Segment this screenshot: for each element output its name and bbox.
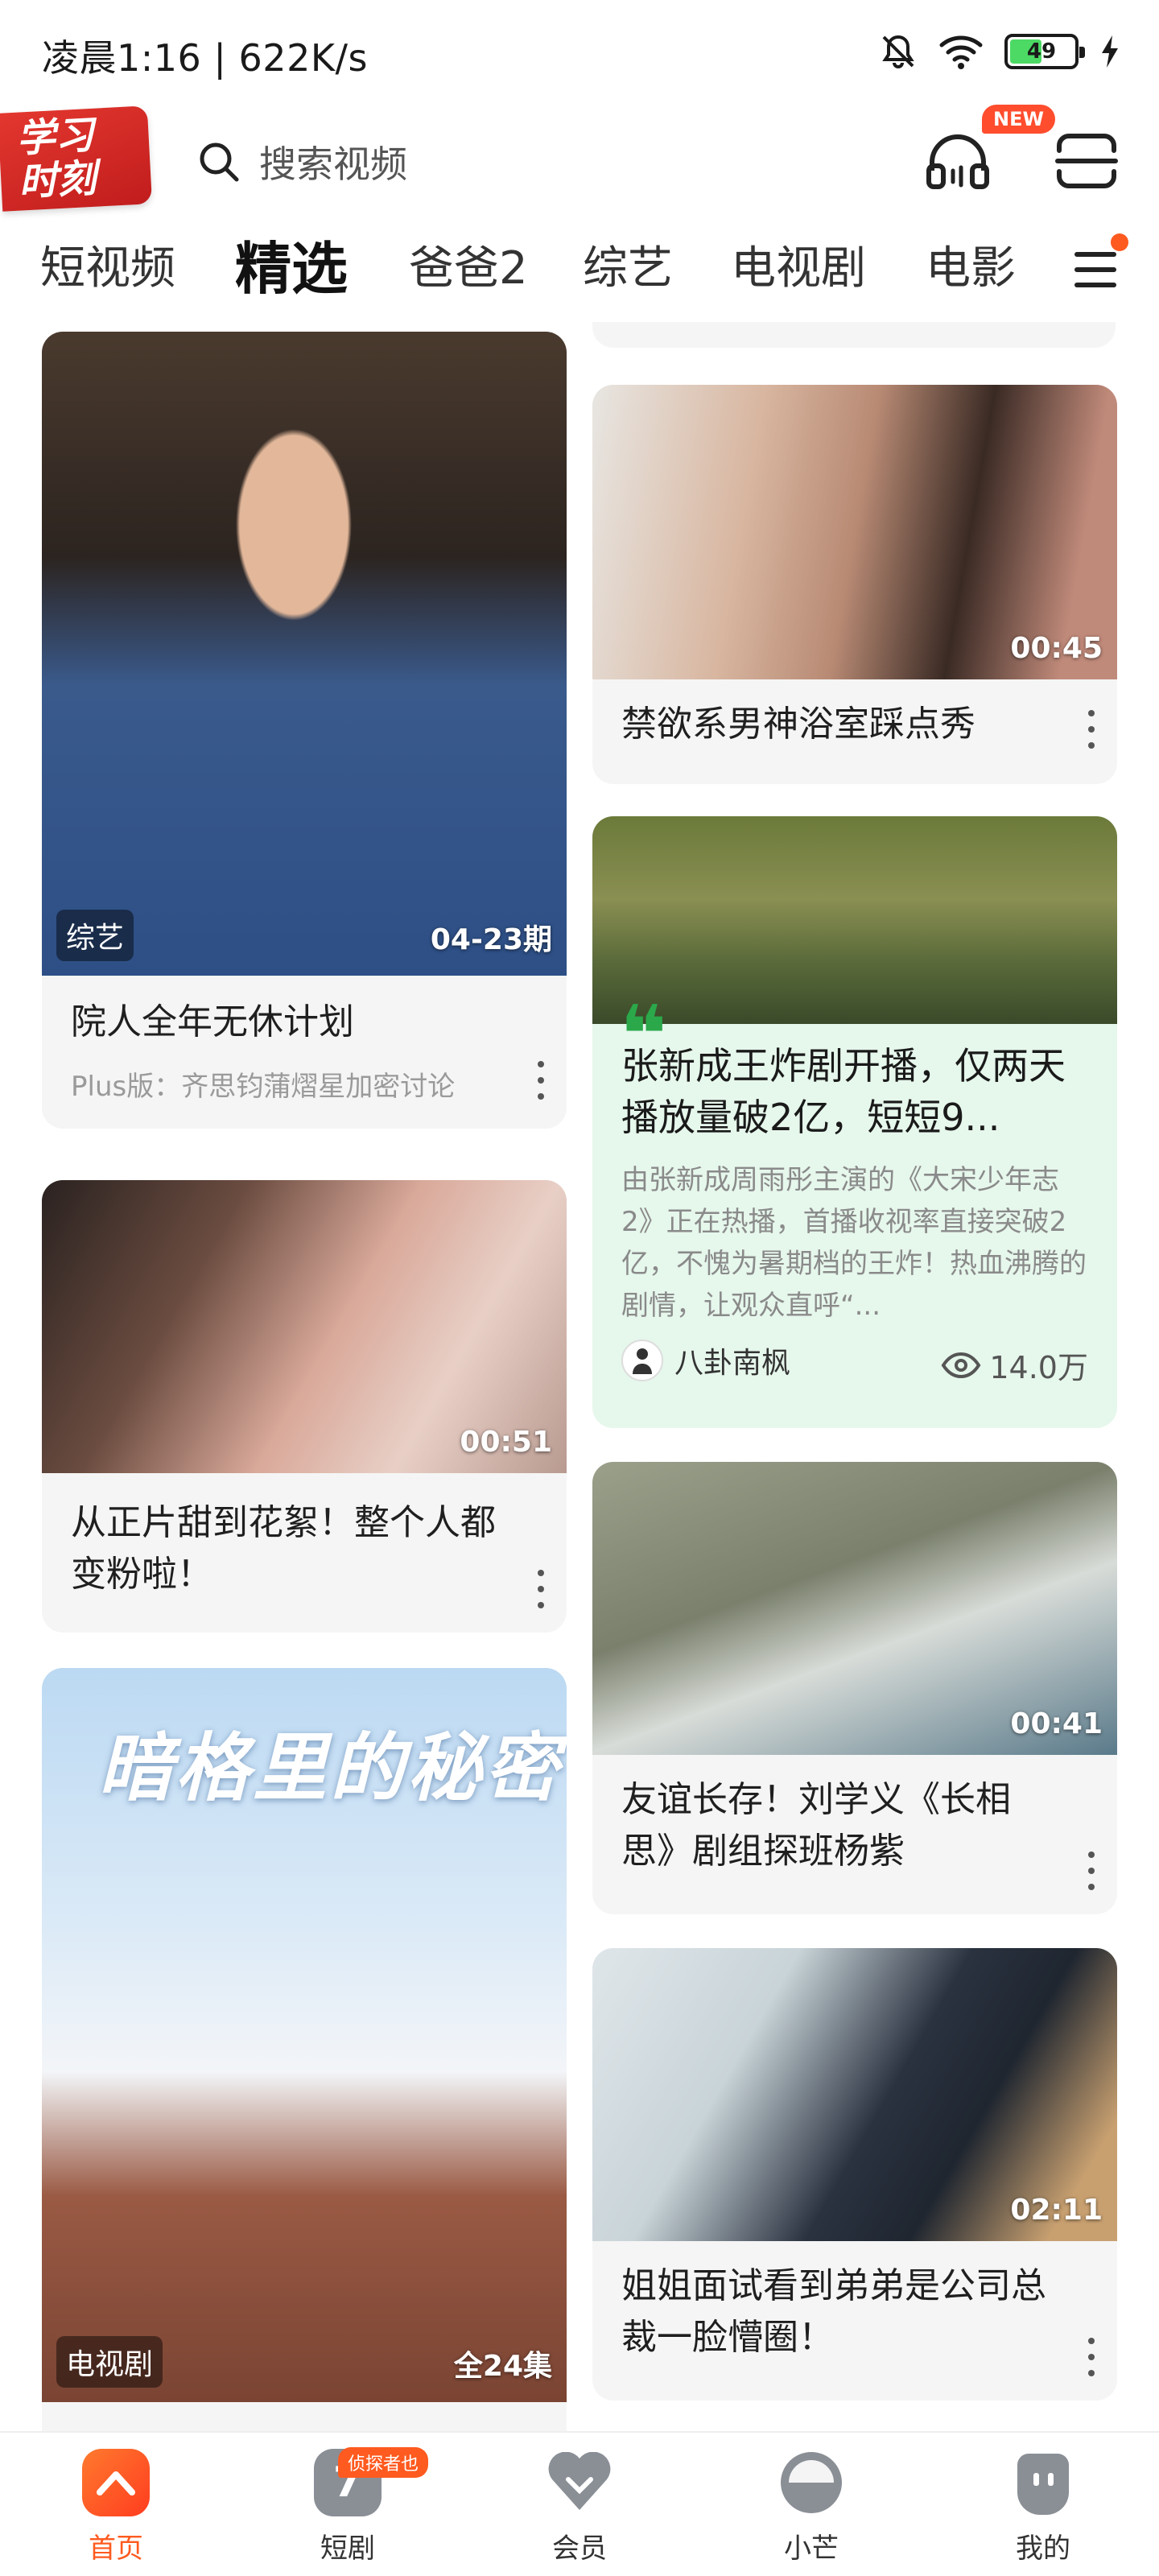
video-duration: 00:45 [1010, 632, 1103, 665]
xiaomang-icon [777, 2449, 845, 2516]
video-title: 禁欲系男神浴室踩点秀 [621, 704, 975, 745]
article-description: 由张新成周雨彤主演的《大宋少年志2》正在热播，首播收视率直接突破2亿，不愧为暑期… [621, 1164, 1087, 1322]
author-name: 八卦南枫 [674, 1347, 791, 1380]
featured-article-card[interactable]: ❝ 张新成王炸剧开播，仅两天播放量破2亿，短短9... 由张新成周雨彤主演的《大… [592, 816, 1117, 1428]
video-duration: 02:11 [1010, 2194, 1103, 2227]
video-card[interactable]: 综艺 04-23期 院人全年无休计划 Plus版：齐思钧蒲熠星加密讨论 [42, 332, 567, 1129]
status-time: 凌晨1:16 | 622K/s [42, 36, 368, 80]
more-options-icon[interactable] [1083, 710, 1099, 749]
nav-vip[interactable]: 会员 [499, 2449, 660, 2566]
category-tag: 电视剧 [56, 2336, 163, 2388]
video-thumbnail: 综艺 04-23期 [42, 332, 567, 976]
home-icon [82, 2449, 150, 2516]
nav-label: 短剧 [320, 2533, 375, 2565]
video-thumbnail: 暗格里的秘密 电视剧 全24集 [42, 1668, 567, 2402]
video-subtitle: Plus版：齐思钧蒲熠星加密讨论 [71, 1071, 456, 1103]
eye-icon [942, 1352, 981, 1378]
category-tabs: 短视频 精选 爸爸2 综艺 电视剧 电影 [0, 217, 1159, 322]
nav-label: 小芒 [784, 2533, 839, 2565]
more-options-icon[interactable] [533, 1570, 549, 1608]
video-card-partial[interactable] [592, 322, 1116, 348]
nav-label: 我的 [1016, 2533, 1070, 2565]
menu-notification-dot [1111, 233, 1128, 251]
scan-button[interactable] [1046, 121, 1127, 201]
charging-icon [1102, 35, 1118, 68]
tab-tv-series[interactable]: 电视剧 [731, 232, 866, 297]
episode-label: 04-23期 [430, 923, 552, 956]
video-title: 友谊长存！刘学义《长相思》剧组探班杨紫 [621, 1779, 1011, 1872]
video-thumbnail: 00:45 [592, 385, 1117, 679]
user-icon [633, 1348, 652, 1374]
video-title: 姐姐面试看到弟弟是公司总裁一脸懵圈！ [621, 2265, 1046, 2358]
tab-movie[interactable]: 电影 [926, 232, 1016, 297]
learning-moment-logo[interactable]: 学习 时刻 [0, 105, 153, 212]
status-icons: 49 [879, 27, 1120, 76]
status-bar: 凌晨1:16 | 622K/s 49 [0, 0, 1159, 105]
tab-dad2[interactable]: 爸爸2 [409, 232, 528, 297]
wifi-icon [939, 35, 983, 69]
poster-title: 暗格里的秘密 [98, 1725, 563, 1811]
video-card[interactable]: 02:11 姐姐面试看到弟弟是公司总裁一脸懵圈！ [592, 1948, 1117, 2401]
scan-icon [1055, 134, 1118, 188]
video-duration: 00:41 [1010, 1707, 1103, 1740]
video-duration: 00:51 [460, 1426, 552, 1459]
video-thumbnail: 00:51 [42, 1180, 567, 1473]
video-title: 院人全年无休计划 [71, 1001, 354, 1042]
nav-home[interactable]: 首页 [35, 2449, 196, 2566]
nav-profile[interactable]: 我的 [963, 2449, 1124, 2566]
new-badge: NEW [982, 105, 1055, 134]
video-card[interactable]: 暗格里的秘密 电视剧 全24集 [42, 1668, 567, 2431]
category-tag: 综艺 [56, 910, 134, 961]
profile-icon [1009, 2449, 1077, 2516]
more-options-icon[interactable] [533, 1061, 549, 1100]
mute-bell-icon [882, 35, 914, 68]
tab-featured[interactable]: 精选 [235, 224, 348, 305]
app-screen: 凌晨1:16 | 622K/s 49 学习 时刻 搜索视频 NEW 短视频 精选… [0, 0, 1159, 2576]
nav-xiaomang[interactable]: 小芒 [731, 2449, 892, 2566]
episode-count: 全24集 [453, 2350, 552, 2383]
short-drama-badge: 侦探者也 [338, 2447, 429, 2478]
article-thumbnail [592, 816, 1117, 1024]
tab-short-video[interactable]: 短视频 [40, 232, 175, 297]
video-title: 从正片甜到花絮！整个人都变粉啦！ [71, 1502, 496, 1595]
video-card[interactable]: 00:45 禁欲系男神浴室踩点秀 [592, 385, 1117, 784]
video-feed[interactable]: 综艺 04-23期 院人全年无休计划 Plus版：齐思钧蒲熠星加密讨论 00:5… [0, 322, 1159, 2431]
author-avatar [621, 1340, 663, 1381]
bottom-navigation: 首页 7 短剧 会员 小芒 我的 侦探者也 [0, 2431, 1159, 2576]
view-count-value: 14.0万 [989, 1350, 1088, 1385]
view-count: 14.0万 [941, 1343, 1088, 1387]
battery-percent: 49 [1026, 39, 1057, 64]
article-title: 张新成王炸剧开播，仅两天播放量破2亿，短短9... [621, 1044, 1066, 1139]
video-thumbnail: 00:41 [592, 1462, 1117, 1755]
search-icon [200, 142, 239, 182]
video-card[interactable]: 00:41 友谊长存！刘学义《长相思》剧组探班杨紫 [592, 1462, 1117, 1914]
more-options-icon[interactable] [1083, 1852, 1099, 1890]
headphones-icon [926, 134, 989, 189]
search-bar[interactable]: 搜索视频 [196, 129, 760, 195]
video-card[interactable]: 00:51 从正片甜到花絮！整个人都变粉啦！ [42, 1180, 567, 1633]
more-options-icon[interactable] [1083, 2338, 1099, 2376]
video-thumbnail: 02:11 [592, 1948, 1117, 2241]
search-placeholder: 搜索视频 [259, 142, 407, 186]
vip-heart-icon [546, 2449, 613, 2516]
nav-label: 首页 [89, 2533, 143, 2565]
nav-label: 会员 [552, 2533, 607, 2565]
tab-variety[interactable]: 综艺 [583, 232, 673, 297]
battery-indicator: 49 [1004, 34, 1085, 69]
article-author[interactable]: 八卦南枫 [621, 1340, 790, 1381]
